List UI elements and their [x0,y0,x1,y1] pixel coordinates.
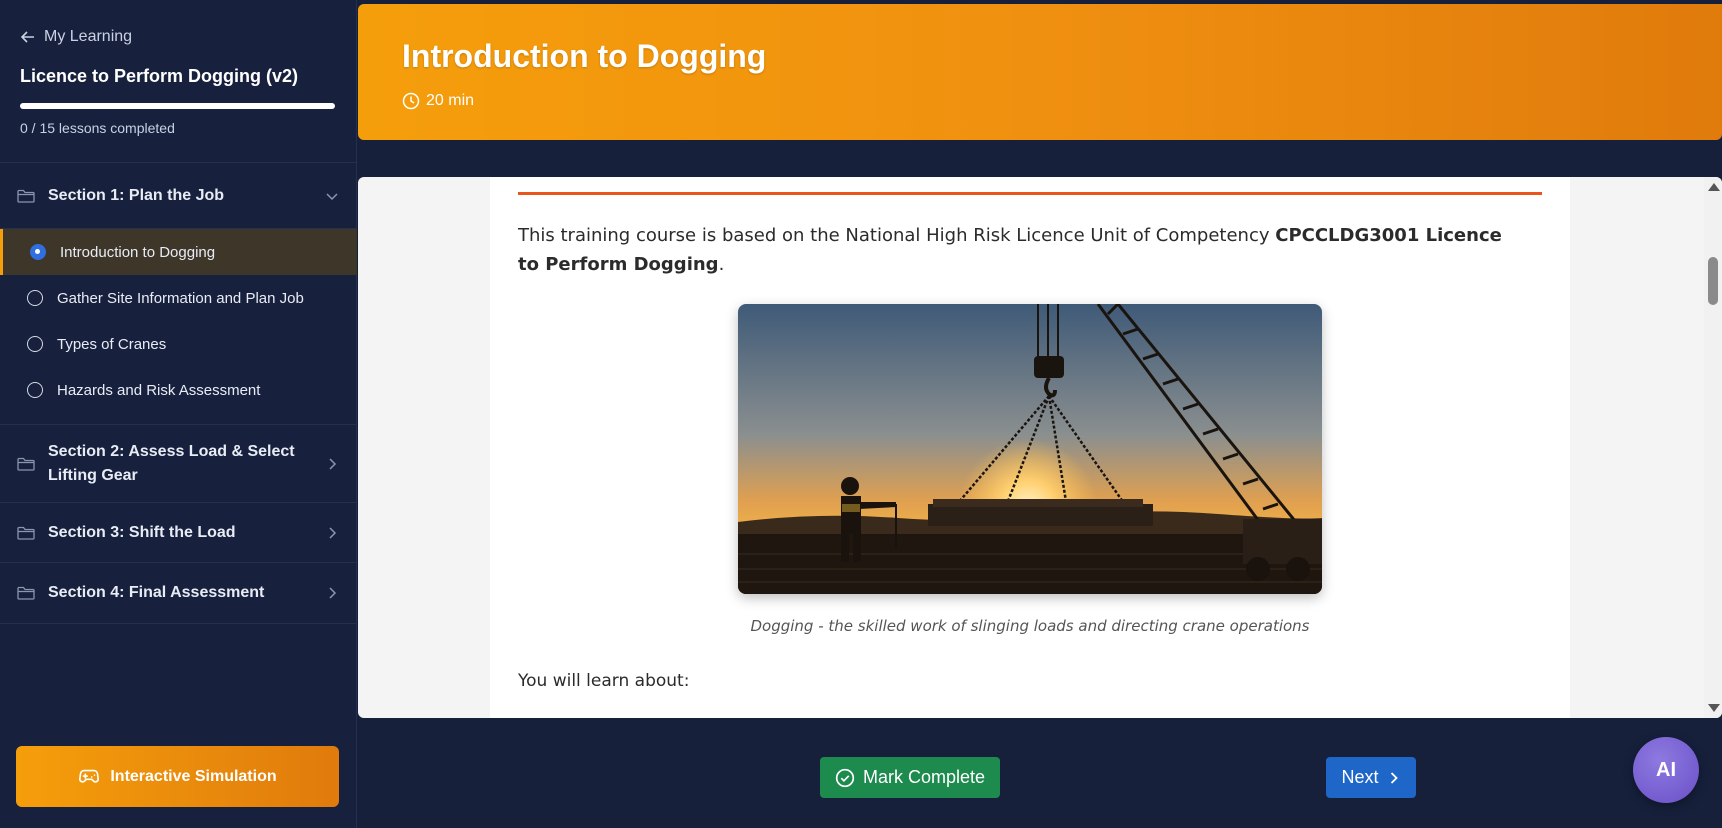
folder-icon [17,189,35,203]
duration-text: 20 min [426,92,475,109]
chevron-right-icon [329,526,337,539]
lesson-footer-nav: Mark Complete Next [358,727,1722,828]
crane-sunset-illustration [738,304,1322,594]
incomplete-circle-icon [27,290,43,306]
next-lesson-button[interactable]: Next [1326,757,1416,798]
lesson-introduction-to-dogging[interactable]: Introduction to Dogging [0,229,357,275]
check-circle-icon [835,768,855,787]
arrow-left-icon [20,31,34,43]
section-4-header[interactable]: Section 4: Final Assessment [0,563,357,624]
course-progress-bar [20,103,335,109]
incomplete-circle-icon [27,382,43,398]
lesson-gather-site-information[interactable]: Gather Site Information and Plan Job [0,275,357,321]
mark-complete-button[interactable]: Mark Complete [820,757,1000,798]
lesson-title: Introduction to Dogging [402,38,767,74]
lesson-types-of-cranes[interactable]: Types of Cranes [0,321,357,367]
lesson-hazards-and-risk-assessment[interactable]: Hazards and Risk Assessment [0,367,357,413]
chevron-down-icon [326,192,338,200]
section-1-header[interactable]: Section 1: Plan the Job [0,163,357,229]
section-4-title: Section 4: Final Assessment [48,584,265,601]
next-label: Next [1341,767,1379,787]
content-scrollbar[interactable] [1704,177,1722,718]
lesson-label: Introduction to Dogging [60,243,216,261]
section-2-header[interactable]: Section 2: Assess Load & Select Lifting … [0,425,357,503]
course-sidebar: My Learning Licence to Perform Dogging (… [0,0,357,828]
back-to-my-learning-link[interactable]: My Learning [20,28,132,46]
section-3-header[interactable]: Section 3: Shift the Load [0,503,357,563]
lesson-content-panel[interactable]: This training course is based on the Nat… [358,177,1722,718]
accent-divider [518,192,1542,195]
scroll-down-arrow-icon[interactable] [1708,704,1720,712]
chevron-right-icon [1390,771,1398,784]
lesson-header: Introduction to Dogging 20 min [358,4,1722,140]
lesson-label: Hazards and Risk Assessment [57,381,261,399]
simulation-label: Interactive Simulation [110,767,277,785]
dogging-crane-image [738,304,1322,594]
intro-end: . [718,254,725,275]
chevron-right-icon [329,587,337,599]
progress-text: 0 / 15 lessons completed [20,120,175,136]
chevron-right-icon [329,457,337,470]
clock-icon [402,92,420,110]
folder-icon [17,526,35,540]
folder-icon [17,586,35,600]
lesson-label: Types of Cranes [57,335,167,353]
section-3-title: Section 3: Shift the Load [48,523,236,541]
section-2-title: Section 2: Assess Load & Select Lifting … [48,442,295,484]
intro-paragraph: This training course is based on the Nat… [518,221,1518,279]
folder-icon [17,457,35,471]
current-lesson-icon [30,244,46,260]
back-link-label: My Learning [44,28,133,45]
section-1-title: Section 1: Plan the Job [48,186,225,204]
ai-assistant-button[interactable]: AI [1633,737,1699,803]
incomplete-circle-icon [27,336,43,352]
interactive-simulation-button[interactable]: Interactive Simulation [16,746,339,807]
lesson-article: This training course is based on the Nat… [490,177,1570,718]
course-title: Licence to Perform Dogging (v2) [20,66,299,86]
learn-about-heading: You will learn about: [518,671,690,691]
intro-text: This training course is based on the Nat… [518,225,1276,246]
scrollbar-thumb[interactable] [1708,257,1718,305]
image-caption: Dogging - the skilled work of slinging l… [750,617,1310,635]
gamepad-icon [79,769,100,783]
lesson-label: Gather Site Information and Plan Job [57,289,304,307]
scroll-up-arrow-icon[interactable] [1708,183,1720,191]
mark-complete-label: Mark Complete [862,767,986,787]
lesson-duration: 20 min [402,92,474,110]
